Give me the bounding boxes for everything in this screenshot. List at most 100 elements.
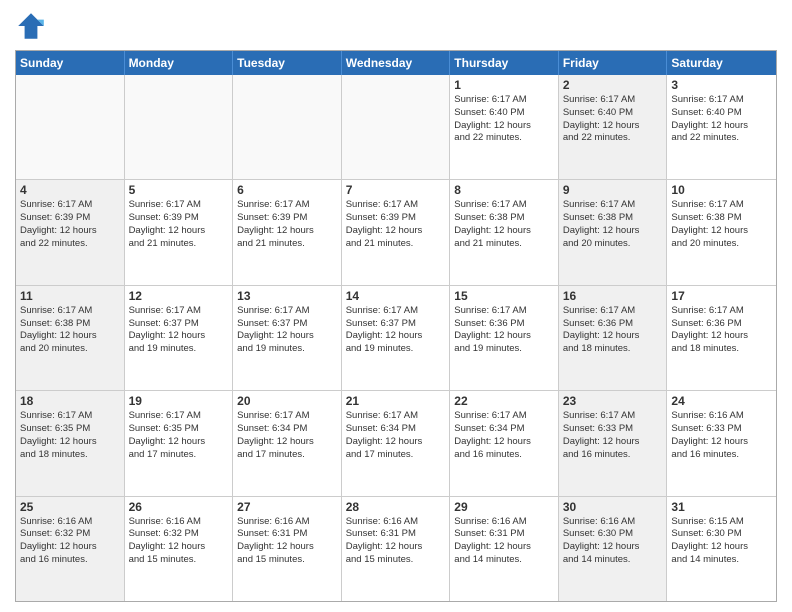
week-row-1: 1 Sunrise: 6:17 AM Sunset: 6:40 PM Daylig… bbox=[16, 75, 776, 180]
day-info: Sunrise: 6:17 AM Sunset: 6:40 PM Dayligh… bbox=[671, 94, 772, 145]
day-number: 2 bbox=[563, 78, 663, 92]
day-number: 27 bbox=[237, 500, 337, 514]
cal-cell: 20 Sunrise: 6:17 AM Sunset: 6:34 PM Dayli… bbox=[233, 391, 342, 495]
header-cell-saturday: Saturday bbox=[667, 51, 776, 75]
header-cell-monday: Monday bbox=[125, 51, 234, 75]
day-number: 28 bbox=[346, 500, 446, 514]
day-number: 1 bbox=[454, 78, 554, 92]
cal-cell: 9Sunrise: 6:17 AM Sunset: 6:38 PM Daylig… bbox=[559, 180, 668, 284]
day-number: 6 bbox=[237, 183, 337, 197]
cal-cell: 4Sunrise: 6:17 AM Sunset: 6:39 PM Daylig… bbox=[16, 180, 125, 284]
cal-cell: 28Sunrise: 6:16 AM Sunset: 6:31 PM Dayli… bbox=[342, 497, 451, 601]
day-number: 21 bbox=[346, 394, 446, 408]
day-info: Sunrise: 6:17 AM Sunset: 6:37 PM Dayligh… bbox=[346, 305, 446, 356]
cal-cell: 13 Sunrise: 6:17 AM Sunset: 6:37 PM Dayli… bbox=[233, 286, 342, 390]
cal-cell: 27 Sunrise: 6:16 AM Sunset: 6:31 PM Dayli… bbox=[233, 497, 342, 601]
day-info: Sunrise: 6:15 AM Sunset: 6:30 PM Dayligh… bbox=[671, 516, 772, 567]
day-number: 29 bbox=[454, 500, 554, 514]
day-number: 19 bbox=[129, 394, 229, 408]
day-number: 18 bbox=[20, 394, 120, 408]
day-info: Sunrise: 6:17 AM Sunset: 6:38 PM Dayligh… bbox=[671, 199, 772, 250]
day-info: Sunrise: 6:16 AM Sunset: 6:33 PM Dayligh… bbox=[671, 410, 772, 461]
logo bbox=[15, 10, 51, 42]
day-info: Sunrise: 6:17 AM Sunset: 6:39 PM Dayligh… bbox=[346, 199, 446, 250]
cal-cell bbox=[125, 75, 234, 179]
cal-cell bbox=[16, 75, 125, 179]
cal-cell: 6 Sunrise: 6:17 AM Sunset: 6:39 PM Daylig… bbox=[233, 180, 342, 284]
day-number: 8 bbox=[454, 183, 554, 197]
cal-cell: 19 Sunrise: 6:17 AM Sunset: 6:35 PM Dayli… bbox=[125, 391, 234, 495]
day-info: Sunrise: 6:16 AM Sunset: 6:31 PM Dayligh… bbox=[237, 516, 337, 567]
cal-cell: 31 Sunrise: 6:15 AM Sunset: 6:30 PM Dayli… bbox=[667, 497, 776, 601]
cal-cell: 5 Sunrise: 6:17 AM Sunset: 6:39 PM Daylig… bbox=[125, 180, 234, 284]
header-cell-friday: Friday bbox=[559, 51, 668, 75]
cal-cell: 16Sunrise: 6:17 AM Sunset: 6:36 PM Dayli… bbox=[559, 286, 668, 390]
day-number: 11 bbox=[20, 289, 120, 303]
cal-cell: 1 Sunrise: 6:17 AM Sunset: 6:40 PM Daylig… bbox=[450, 75, 559, 179]
header-cell-tuesday: Tuesday bbox=[233, 51, 342, 75]
cal-cell: 8Sunrise: 6:17 AM Sunset: 6:38 PM Daylig… bbox=[450, 180, 559, 284]
day-info: Sunrise: 6:16 AM Sunset: 6:30 PM Dayligh… bbox=[563, 516, 663, 567]
day-info: Sunrise: 6:17 AM Sunset: 6:39 PM Dayligh… bbox=[129, 199, 229, 250]
cal-cell bbox=[233, 75, 342, 179]
day-info: Sunrise: 6:16 AM Sunset: 6:32 PM Dayligh… bbox=[20, 516, 120, 567]
day-info: Sunrise: 6:17 AM Sunset: 6:35 PM Dayligh… bbox=[129, 410, 229, 461]
page: SundayMondayTuesdayWednesdayThursdayFrid… bbox=[0, 0, 792, 612]
day-info: Sunrise: 6:17 AM Sunset: 6:36 PM Dayligh… bbox=[671, 305, 772, 356]
calendar-body: 1 Sunrise: 6:17 AM Sunset: 6:40 PM Daylig… bbox=[16, 75, 776, 601]
cal-cell: 26 Sunrise: 6:16 AM Sunset: 6:32 PM Dayli… bbox=[125, 497, 234, 601]
day-number: 10 bbox=[671, 183, 772, 197]
day-info: Sunrise: 6:16 AM Sunset: 6:32 PM Dayligh… bbox=[129, 516, 229, 567]
day-number: 23 bbox=[563, 394, 663, 408]
cal-cell: 22 Sunrise: 6:17 AM Sunset: 6:34 PM Dayli… bbox=[450, 391, 559, 495]
day-info: Sunrise: 6:17 AM Sunset: 6:36 PM Dayligh… bbox=[454, 305, 554, 356]
day-number: 20 bbox=[237, 394, 337, 408]
day-info: Sunrise: 6:17 AM Sunset: 6:37 PM Dayligh… bbox=[237, 305, 337, 356]
cal-cell: 7Sunrise: 6:17 AM Sunset: 6:39 PM Daylig… bbox=[342, 180, 451, 284]
day-number: 3 bbox=[671, 78, 772, 92]
cal-cell: 18 Sunrise: 6:17 AM Sunset: 6:35 PM Dayli… bbox=[16, 391, 125, 495]
header-cell-sunday: Sunday bbox=[16, 51, 125, 75]
day-number: 31 bbox=[671, 500, 772, 514]
day-info: Sunrise: 6:17 AM Sunset: 6:34 PM Dayligh… bbox=[237, 410, 337, 461]
day-info: Sunrise: 6:17 AM Sunset: 6:33 PM Dayligh… bbox=[563, 410, 663, 461]
day-info: Sunrise: 6:17 AM Sunset: 6:35 PM Dayligh… bbox=[20, 410, 120, 461]
cal-cell: 17 Sunrise: 6:17 AM Sunset: 6:36 PM Dayli… bbox=[667, 286, 776, 390]
day-number: 24 bbox=[671, 394, 772, 408]
day-number: 30 bbox=[563, 500, 663, 514]
week-row-5: 25Sunrise: 6:16 AM Sunset: 6:32 PM Dayli… bbox=[16, 497, 776, 601]
day-number: 17 bbox=[671, 289, 772, 303]
calendar-header: SundayMondayTuesdayWednesdayThursdayFrid… bbox=[16, 51, 776, 75]
day-number: 15 bbox=[454, 289, 554, 303]
day-info: Sunrise: 6:17 AM Sunset: 6:40 PM Dayligh… bbox=[563, 94, 663, 145]
day-number: 14 bbox=[346, 289, 446, 303]
header-cell-thursday: Thursday bbox=[450, 51, 559, 75]
day-number: 13 bbox=[237, 289, 337, 303]
cal-cell bbox=[342, 75, 451, 179]
cal-cell: 29Sunrise: 6:16 AM Sunset: 6:31 PM Dayli… bbox=[450, 497, 559, 601]
day-info: Sunrise: 6:17 AM Sunset: 6:40 PM Dayligh… bbox=[454, 94, 554, 145]
day-number: 5 bbox=[129, 183, 229, 197]
day-info: Sunrise: 6:17 AM Sunset: 6:34 PM Dayligh… bbox=[346, 410, 446, 461]
day-info: Sunrise: 6:17 AM Sunset: 6:34 PM Dayligh… bbox=[454, 410, 554, 461]
week-row-3: 11Sunrise: 6:17 AM Sunset: 6:38 PM Dayli… bbox=[16, 286, 776, 391]
day-number: 22 bbox=[454, 394, 554, 408]
day-info: Sunrise: 6:17 AM Sunset: 6:36 PM Dayligh… bbox=[563, 305, 663, 356]
calendar: SundayMondayTuesdayWednesdayThursdayFrid… bbox=[15, 50, 777, 602]
day-info: Sunrise: 6:17 AM Sunset: 6:39 PM Dayligh… bbox=[237, 199, 337, 250]
day-number: 26 bbox=[129, 500, 229, 514]
cal-cell: 25Sunrise: 6:16 AM Sunset: 6:32 PM Dayli… bbox=[16, 497, 125, 601]
day-number: 12 bbox=[129, 289, 229, 303]
week-row-4: 18 Sunrise: 6:17 AM Sunset: 6:35 PM Dayli… bbox=[16, 391, 776, 496]
cal-cell: 14 Sunrise: 6:17 AM Sunset: 6:37 PM Dayli… bbox=[342, 286, 451, 390]
header bbox=[15, 10, 777, 42]
logo-icon bbox=[15, 10, 47, 42]
cal-cell: 30 Sunrise: 6:16 AM Sunset: 6:30 PM Dayli… bbox=[559, 497, 668, 601]
cal-cell: 10 Sunrise: 6:17 AM Sunset: 6:38 PM Dayli… bbox=[667, 180, 776, 284]
day-number: 4 bbox=[20, 183, 120, 197]
cal-cell: 2 Sunrise: 6:17 AM Sunset: 6:40 PM Daylig… bbox=[559, 75, 668, 179]
day-info: Sunrise: 6:17 AM Sunset: 6:37 PM Dayligh… bbox=[129, 305, 229, 356]
day-info: Sunrise: 6:17 AM Sunset: 6:38 PM Dayligh… bbox=[563, 199, 663, 250]
week-row-2: 4 Sunrise: 6:17 AM Sunset: 6:39 PM Daylig… bbox=[16, 180, 776, 285]
header-cell-wednesday: Wednesday bbox=[342, 51, 451, 75]
